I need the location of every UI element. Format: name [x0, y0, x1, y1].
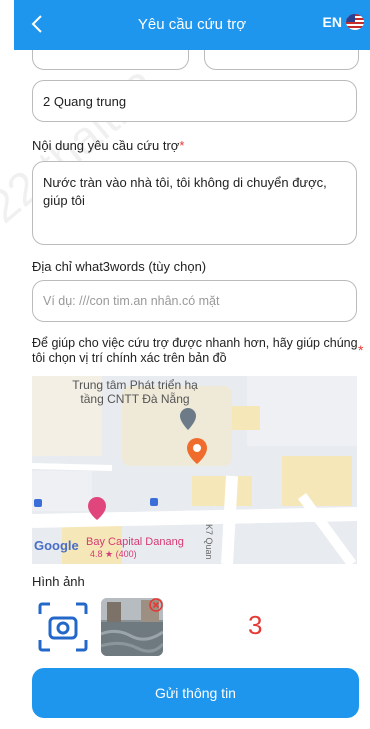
address-input[interactable]: 2 Quang trung: [32, 80, 357, 122]
ward-select[interactable]: [204, 50, 359, 70]
map-poi2-label: Bay Capital Danang: [86, 536, 184, 548]
request-textarea[interactable]: Nước tràn vào nhà tôi, tôi không di chuy…: [32, 161, 357, 245]
district-select[interactable]: [32, 50, 189, 70]
page-title: Yêu cầu cứu trợ: [137, 16, 247, 33]
request-label: Nội dung yêu cầu cứu trợ*: [32, 138, 184, 153]
rescue-request-screen: 22-thaith2 Yêu cầu cứu trợ EN 2 Quang tr…: [0, 0, 370, 729]
request-label-text: Nội dung yêu cầu cứu trợ: [32, 138, 180, 153]
what3words-input[interactable]: Ví dụ: ///con tim.an nhân.có mặt: [32, 280, 357, 322]
images-label: Hình ảnh: [32, 574, 85, 589]
us-flag-icon: [346, 14, 364, 30]
map-poi2-rating: 4.8 ★ (400): [90, 549, 137, 559]
location-required-mark: *: [358, 342, 364, 358]
what3words-label: Địa chỉ what3words (tùy chọn): [32, 259, 207, 274]
language-code: EN: [322, 14, 342, 30]
location-map[interactable]: Trung tâm Phát triển hạ tầng CNTT Đà Nẵn…: [32, 376, 357, 564]
submit-button[interactable]: Gửi thông tin: [32, 668, 359, 718]
location-instruction: Để giúp cho việc cứu trợ được nhanh hơn,…: [32, 336, 358, 365]
request-value: Nước tràn vào nhà tôi, tôi không di chuy…: [43, 175, 327, 208]
google-logo: Google: [34, 538, 79, 553]
remove-photo-icon[interactable]: [149, 598, 163, 612]
image-count: 3: [248, 610, 263, 640]
photo-thumbnail[interactable]: [101, 598, 163, 656]
what3words-placeholder: Ví dụ: ///con tim.an nhân.có mặt: [43, 294, 220, 308]
address-value: 2 Quang trung: [43, 93, 127, 109]
map-street-label: K7 Quan: [204, 524, 214, 560]
map-poi-label: Trung tâm Phát triển hạ tầng CNTT Đà Nẵn…: [72, 378, 198, 406]
app-header: Yêu cầu cứu trợ EN: [14, 0, 370, 50]
required-mark: *: [179, 138, 185, 153]
language-switch[interactable]: EN: [323, 14, 364, 30]
camera-icon[interactable]: [36, 600, 90, 654]
